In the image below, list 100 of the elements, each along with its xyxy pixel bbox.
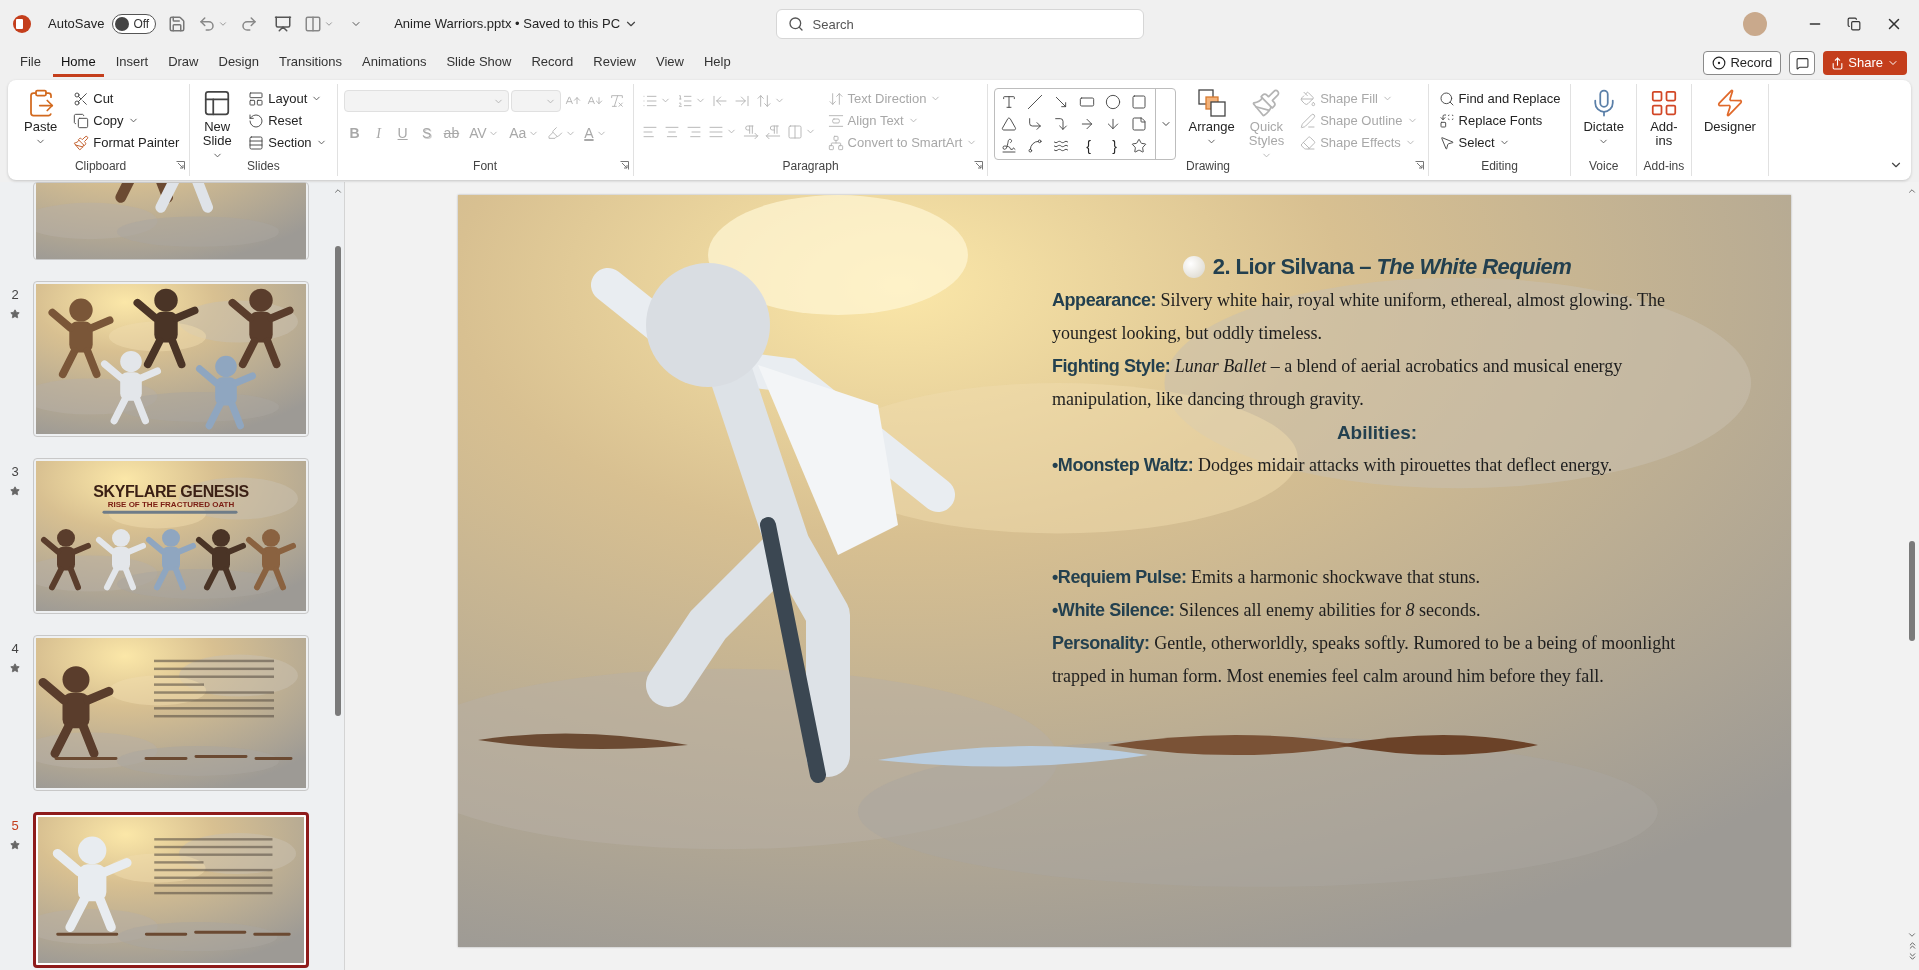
- paint-bucket-icon: [1300, 90, 1317, 107]
- ribbon-tab[interactable]: View: [648, 49, 692, 77]
- scrollbar-thumb[interactable]: [1909, 541, 1915, 641]
- ribbon-button[interactable]: Find and Replace: [1434, 88, 1565, 109]
- group-label: Slides: [247, 159, 280, 173]
- scroll-up-icon[interactable]: [333, 186, 343, 196]
- slide-paragraph: •Requiem Pulse: Emits a harmonic shockwave that stuns.: [1052, 566, 1482, 589]
- ribbon-button[interactable]: Reset: [244, 110, 331, 131]
- elbow-arrow-icon: [1053, 115, 1070, 132]
- slide-subtitle: RISE OF THE FRACTURED OATH: [107, 501, 235, 509]
- ribbon-button[interactable]: Layout: [244, 88, 331, 109]
- pilcrow-icon: [764, 123, 781, 140]
- ribbon-button[interactable]: Copy: [69, 110, 184, 131]
- note-shape-icon: [1131, 115, 1148, 132]
- columns-icon[interactable]: [304, 15, 323, 33]
- group-label: Editing: [1481, 159, 1518, 173]
- slide-number: 3: [11, 463, 19, 481]
- paintbrush-icon: [73, 134, 90, 151]
- ribbon-button[interactable]: New Slide: [196, 86, 239, 162]
- pen-icon: [1300, 112, 1317, 129]
- share-button[interactable]: Share: [1823, 51, 1907, 75]
- save-icon[interactable]: [168, 15, 187, 33]
- ribbon-button[interactable]: Add-ins: [1642, 86, 1685, 148]
- share-icon: [1831, 56, 1845, 70]
- rounded-rectangle-icon: [1131, 93, 1148, 110]
- caret-icon[interactable]: [324, 19, 335, 29]
- comments-button[interactable]: [1789, 51, 1816, 75]
- comment-icon: [1795, 56, 1809, 70]
- scrollbar-thumb[interactable]: [335, 246, 341, 716]
- ribbon-tab[interactable]: Insert: [107, 49, 157, 77]
- freeform-icon: [1001, 137, 1018, 154]
- animation-star-icon: [10, 308, 20, 319]
- ribbon-button[interactable]: Format Painter: [69, 132, 184, 153]
- slide-paragraph: Fighting Style: Lunar Ballet – a blend of aerial acrobatics and musical energy manipulation, like dancing through gravity.: [1052, 355, 1624, 411]
- ribbon-tab[interactable]: Animations: [354, 49, 435, 77]
- animation-star-icon: [10, 662, 20, 673]
- ribbon-button[interactable]: Section: [244, 132, 331, 153]
- ribbon-tab[interactable]: Slide Show: [438, 49, 520, 77]
- line-icon: [1027, 93, 1044, 110]
- layout-icon: [248, 90, 265, 107]
- slide-thumbnail[interactable]: SKYFLARE GENESIS RISE OF THE FRACTURED OATH: [33, 458, 309, 614]
- ribbon-tab[interactable]: Design: [210, 49, 267, 77]
- search-icon: [787, 16, 804, 32]
- group-label: Paragraph: [782, 159, 839, 173]
- launcher-icon[interactable]: [176, 161, 186, 170]
- ribbon-tab[interactable]: Draw: [160, 49, 207, 77]
- animation-star-icon: [10, 485, 20, 496]
- app-logo-icon: [12, 14, 32, 34]
- ribbon-button[interactable]: Replace Fonts: [1434, 110, 1565, 131]
- ribbon-tab[interactable]: Home: [52, 49, 104, 77]
- scissors-icon: [73, 90, 90, 107]
- record-icon: [1712, 56, 1727, 70]
- ribbon-tab[interactable]: Record: [523, 49, 582, 77]
- caret-icon[interactable]: [218, 19, 229, 29]
- slide-title: SKYFLARE GENESIS: [93, 483, 249, 501]
- ribbon-tab[interactable]: Transitions: [270, 49, 351, 77]
- format-button[interactable]: {: [1077, 135, 1100, 157]
- record-button[interactable]: Record: [1703, 51, 1782, 75]
- ribbon-tab[interactable]: File: [12, 49, 49, 77]
- smartart-icon: [827, 134, 844, 151]
- launcher-icon[interactable]: [1414, 161, 1424, 170]
- restore-icon[interactable]: [1847, 17, 1861, 31]
- launcher-icon[interactable]: [619, 161, 629, 170]
- launcher-icon[interactable]: [974, 161, 984, 170]
- presentation-icon[interactable]: [274, 15, 293, 33]
- slide-paragraph: •White Silence: Silences all enemy abilities for 8 seconds.: [1052, 599, 1482, 622]
- section-icon: [248, 134, 265, 151]
- slide-number: 2: [11, 286, 19, 304]
- ribbon-button[interactable]: Designer: [1697, 86, 1762, 134]
- ribbon-button[interactable]: Cut: [69, 88, 184, 109]
- ribbon-tab[interactable]: Review: [585, 49, 644, 77]
- ribbon-button[interactable]: Dictate: [1577, 86, 1630, 148]
- pilcrow-icon: [742, 123, 759, 140]
- avatar[interactable]: [1743, 12, 1767, 36]
- text-box-icon: [1001, 93, 1018, 110]
- group-label: Drawing: [1186, 159, 1230, 173]
- ribbon-button[interactable]: Select: [1434, 132, 1565, 153]
- slide-paragraph: •Moonstep Waltz: Dodges midair attacks with pirouettes that deflect energy.: [1052, 454, 1614, 477]
- ribbon-tab[interactable]: Help: [695, 49, 739, 77]
- text-direction-icon: [827, 90, 844, 107]
- reset-icon: [248, 112, 265, 129]
- line-spacing-icon: [755, 92, 772, 109]
- format-button[interactable]: }: [1103, 135, 1126, 157]
- highlighter-icon: [547, 125, 564, 141]
- slide-paragraph: Personality: Gentle, otherworldly, speaks softly. Rumored to be a being of moonlight trapped in human form. Most enemies feel calm around him before they fall.: [1052, 632, 1677, 688]
- search-field[interactable]: Search: [775, 9, 1144, 39]
- document-title[interactable]: Anime Warriors.pptx • Saved to this PC: [394, 14, 639, 34]
- clear-formatting-icon: [608, 93, 625, 109]
- scroll-down-icon[interactable]: [1907, 930, 1917, 940]
- redo-icon[interactable]: [240, 15, 259, 33]
- group-label: Voice: [1589, 159, 1619, 173]
- ribbon-button[interactable]: Arrange: [1182, 86, 1241, 162]
- scroll-up-icon[interactable]: [1907, 186, 1917, 196]
- slide-number: 4: [11, 640, 19, 658]
- autosave-toggle[interactable]: Off: [112, 14, 157, 34]
- undo-icon[interactable]: [198, 15, 217, 33]
- curve-icon: [1027, 137, 1044, 154]
- ribbon-button[interactable]: Paste: [18, 86, 64, 148]
- slide-heading: 2. Lior Silvana – The White Requiem: [1212, 253, 1572, 281]
- numbered-list-icon: [676, 92, 693, 109]
